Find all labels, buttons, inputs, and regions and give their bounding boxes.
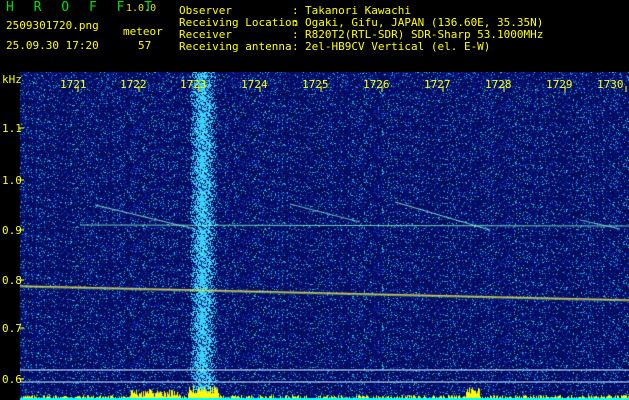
y-axis-unit: kHz: [2, 73, 22, 86]
colon-sep: :: [292, 40, 299, 53]
overlay-graphics: [19, 86, 629, 383]
antenna-value: 2el-HB9CV Vertical (el. E-W): [305, 40, 491, 53]
x-tick-label: 1725: [302, 78, 329, 91]
x-tick-label: 1729: [546, 78, 573, 91]
datetime: 25.09.30 17:20: [6, 39, 99, 52]
antenna-label: Receiving antenna: [179, 40, 292, 53]
x-tick-marks: [77, 86, 627, 92]
x-tick-label: 1727: [424, 78, 451, 91]
x-tick-label: 1730: [597, 78, 624, 91]
file-name: 2509301720.png: [6, 19, 99, 32]
x-tick-label: 1723: [180, 78, 207, 91]
app-version: 1.0.0: [126, 3, 157, 14]
y-tick-label: 0.9: [2, 224, 22, 237]
y-tick-label: 1.1: [2, 122, 22, 135]
meteor-label: meteor: [123, 25, 163, 38]
header-panel: H R O F F T 1.0.0 2509301720.png meteor …: [0, 0, 629, 72]
x-tick-label: 1721: [60, 78, 87, 91]
y-tick-label: 0.6: [2, 373, 22, 386]
y-tick-label: 0.7: [2, 322, 22, 335]
y-tick-label: 0.8: [2, 274, 22, 287]
x-tick-label: 1726: [363, 78, 390, 91]
y-tick-marks: [19, 127, 24, 380]
y-tick-label: 1.0: [2, 174, 22, 187]
x-tick-label: 1722: [120, 78, 147, 91]
x-tick-label: 1728: [485, 78, 512, 91]
meteor-count: 57: [138, 39, 152, 52]
x-tick-label: 1724: [241, 78, 268, 91]
